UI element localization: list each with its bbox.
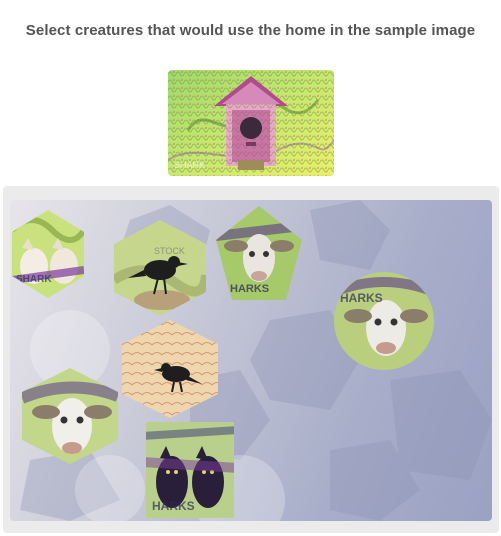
svg-text:HARKS: HARKS [340, 291, 383, 305]
svg-text:HARKS: HARKS [152, 499, 195, 513]
option-tile-goat[interactable]: HARKS [216, 206, 302, 300]
goat-icon: HARKS [216, 206, 302, 300]
svg-text:STOCK: STOCK [154, 246, 185, 256]
option-tile-cats[interactable]: SHARK [12, 210, 84, 298]
option-tile-goat[interactable]: HARKS [334, 272, 434, 370]
svg-text:SHARK: SHARK [16, 274, 52, 285]
option-tile-cats[interactable]: HARKS [142, 422, 238, 518]
option-tile-goat[interactable] [22, 368, 118, 464]
cats-icon: HARKS [146, 422, 234, 518]
svg-text:SHARK: SHARK [174, 160, 205, 170]
birdhouse-icon: SHARK [168, 70, 334, 176]
goat-icon: HARKS [334, 272, 434, 370]
cats-icon: SHARK [12, 210, 84, 298]
goat-icon [22, 368, 118, 464]
option-tile-crow[interactable]: STOCK [114, 220, 206, 316]
svg-text:HARKS: HARKS [230, 283, 269, 295]
challenge-prompt: Select creatures that would use the home… [25, 22, 476, 39]
crow-icon: STOCK [114, 220, 206, 316]
sample-image: SHARK [168, 70, 334, 176]
captcha-page: Select creatures that would use the home… [0, 0, 501, 536]
option-tile-crow[interactable] [122, 320, 218, 418]
crow-icon [122, 320, 218, 418]
challenge-canvas: SHARK STOCK HARKS HARKS HARKS [10, 200, 492, 521]
